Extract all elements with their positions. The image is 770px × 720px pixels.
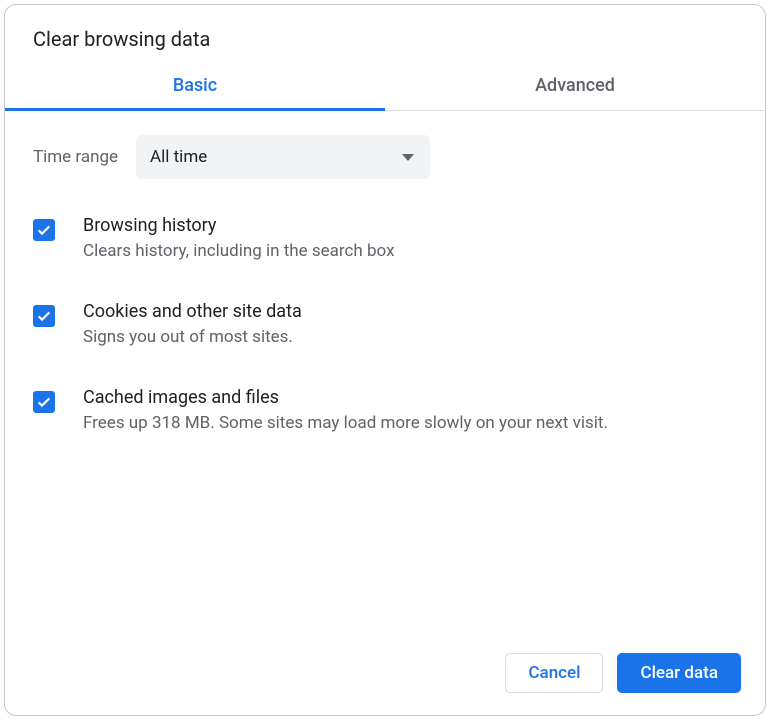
- checkmark-icon: [36, 222, 52, 238]
- tab-basic-label: Basic: [173, 75, 217, 96]
- dialog-content: Time range All time Browsing history Cle…: [5, 111, 765, 635]
- option-cache-desc: Frees up 318 MB. Some sites may load mor…: [83, 412, 608, 435]
- option-cookies-text: Cookies and other site data Signs you ou…: [83, 301, 302, 349]
- checkbox-cache[interactable]: [33, 391, 55, 413]
- checkbox-cookies[interactable]: [33, 305, 55, 327]
- clear-data-button[interactable]: Clear data: [617, 653, 741, 693]
- time-range-label: Time range: [33, 147, 118, 167]
- caret-down-icon: [402, 154, 414, 161]
- tabs: Basic Advanced: [5, 61, 765, 111]
- checkmark-icon: [36, 308, 52, 324]
- option-cache-text: Cached images and files Frees up 318 MB.…: [83, 387, 608, 435]
- clear-browsing-data-dialog: Clear browsing data Basic Advanced Time …: [4, 4, 766, 716]
- option-browsing-history-desc: Clears history, including in the search …: [83, 240, 395, 263]
- option-cache-title: Cached images and files: [83, 387, 608, 408]
- checkmark-icon: [36, 394, 52, 410]
- time-range-row: Time range All time: [33, 135, 737, 179]
- checkbox-browsing-history[interactable]: [33, 219, 55, 241]
- option-cookies-title: Cookies and other site data: [83, 301, 302, 322]
- time-range-select[interactable]: All time: [136, 135, 430, 179]
- option-browsing-history-title: Browsing history: [83, 215, 395, 236]
- option-cookies: Cookies and other site data Signs you ou…: [33, 301, 737, 349]
- cancel-button-label: Cancel: [528, 663, 580, 683]
- option-browsing-history: Browsing history Clears history, includi…: [33, 215, 737, 263]
- cancel-button[interactable]: Cancel: [505, 653, 603, 693]
- option-cookies-desc: Signs you out of most sites.: [83, 326, 302, 349]
- option-cache: Cached images and files Frees up 318 MB.…: [33, 387, 737, 435]
- clear-data-button-label: Clear data: [640, 663, 718, 683]
- dialog-footer: Cancel Clear data: [5, 635, 765, 715]
- tab-basic[interactable]: Basic: [5, 61, 385, 110]
- tab-advanced-label: Advanced: [535, 75, 615, 96]
- tab-advanced[interactable]: Advanced: [385, 61, 765, 110]
- time-range-selected: All time: [150, 147, 207, 167]
- option-browsing-history-text: Browsing history Clears history, includi…: [83, 215, 395, 263]
- dialog-title: Clear browsing data: [5, 5, 765, 61]
